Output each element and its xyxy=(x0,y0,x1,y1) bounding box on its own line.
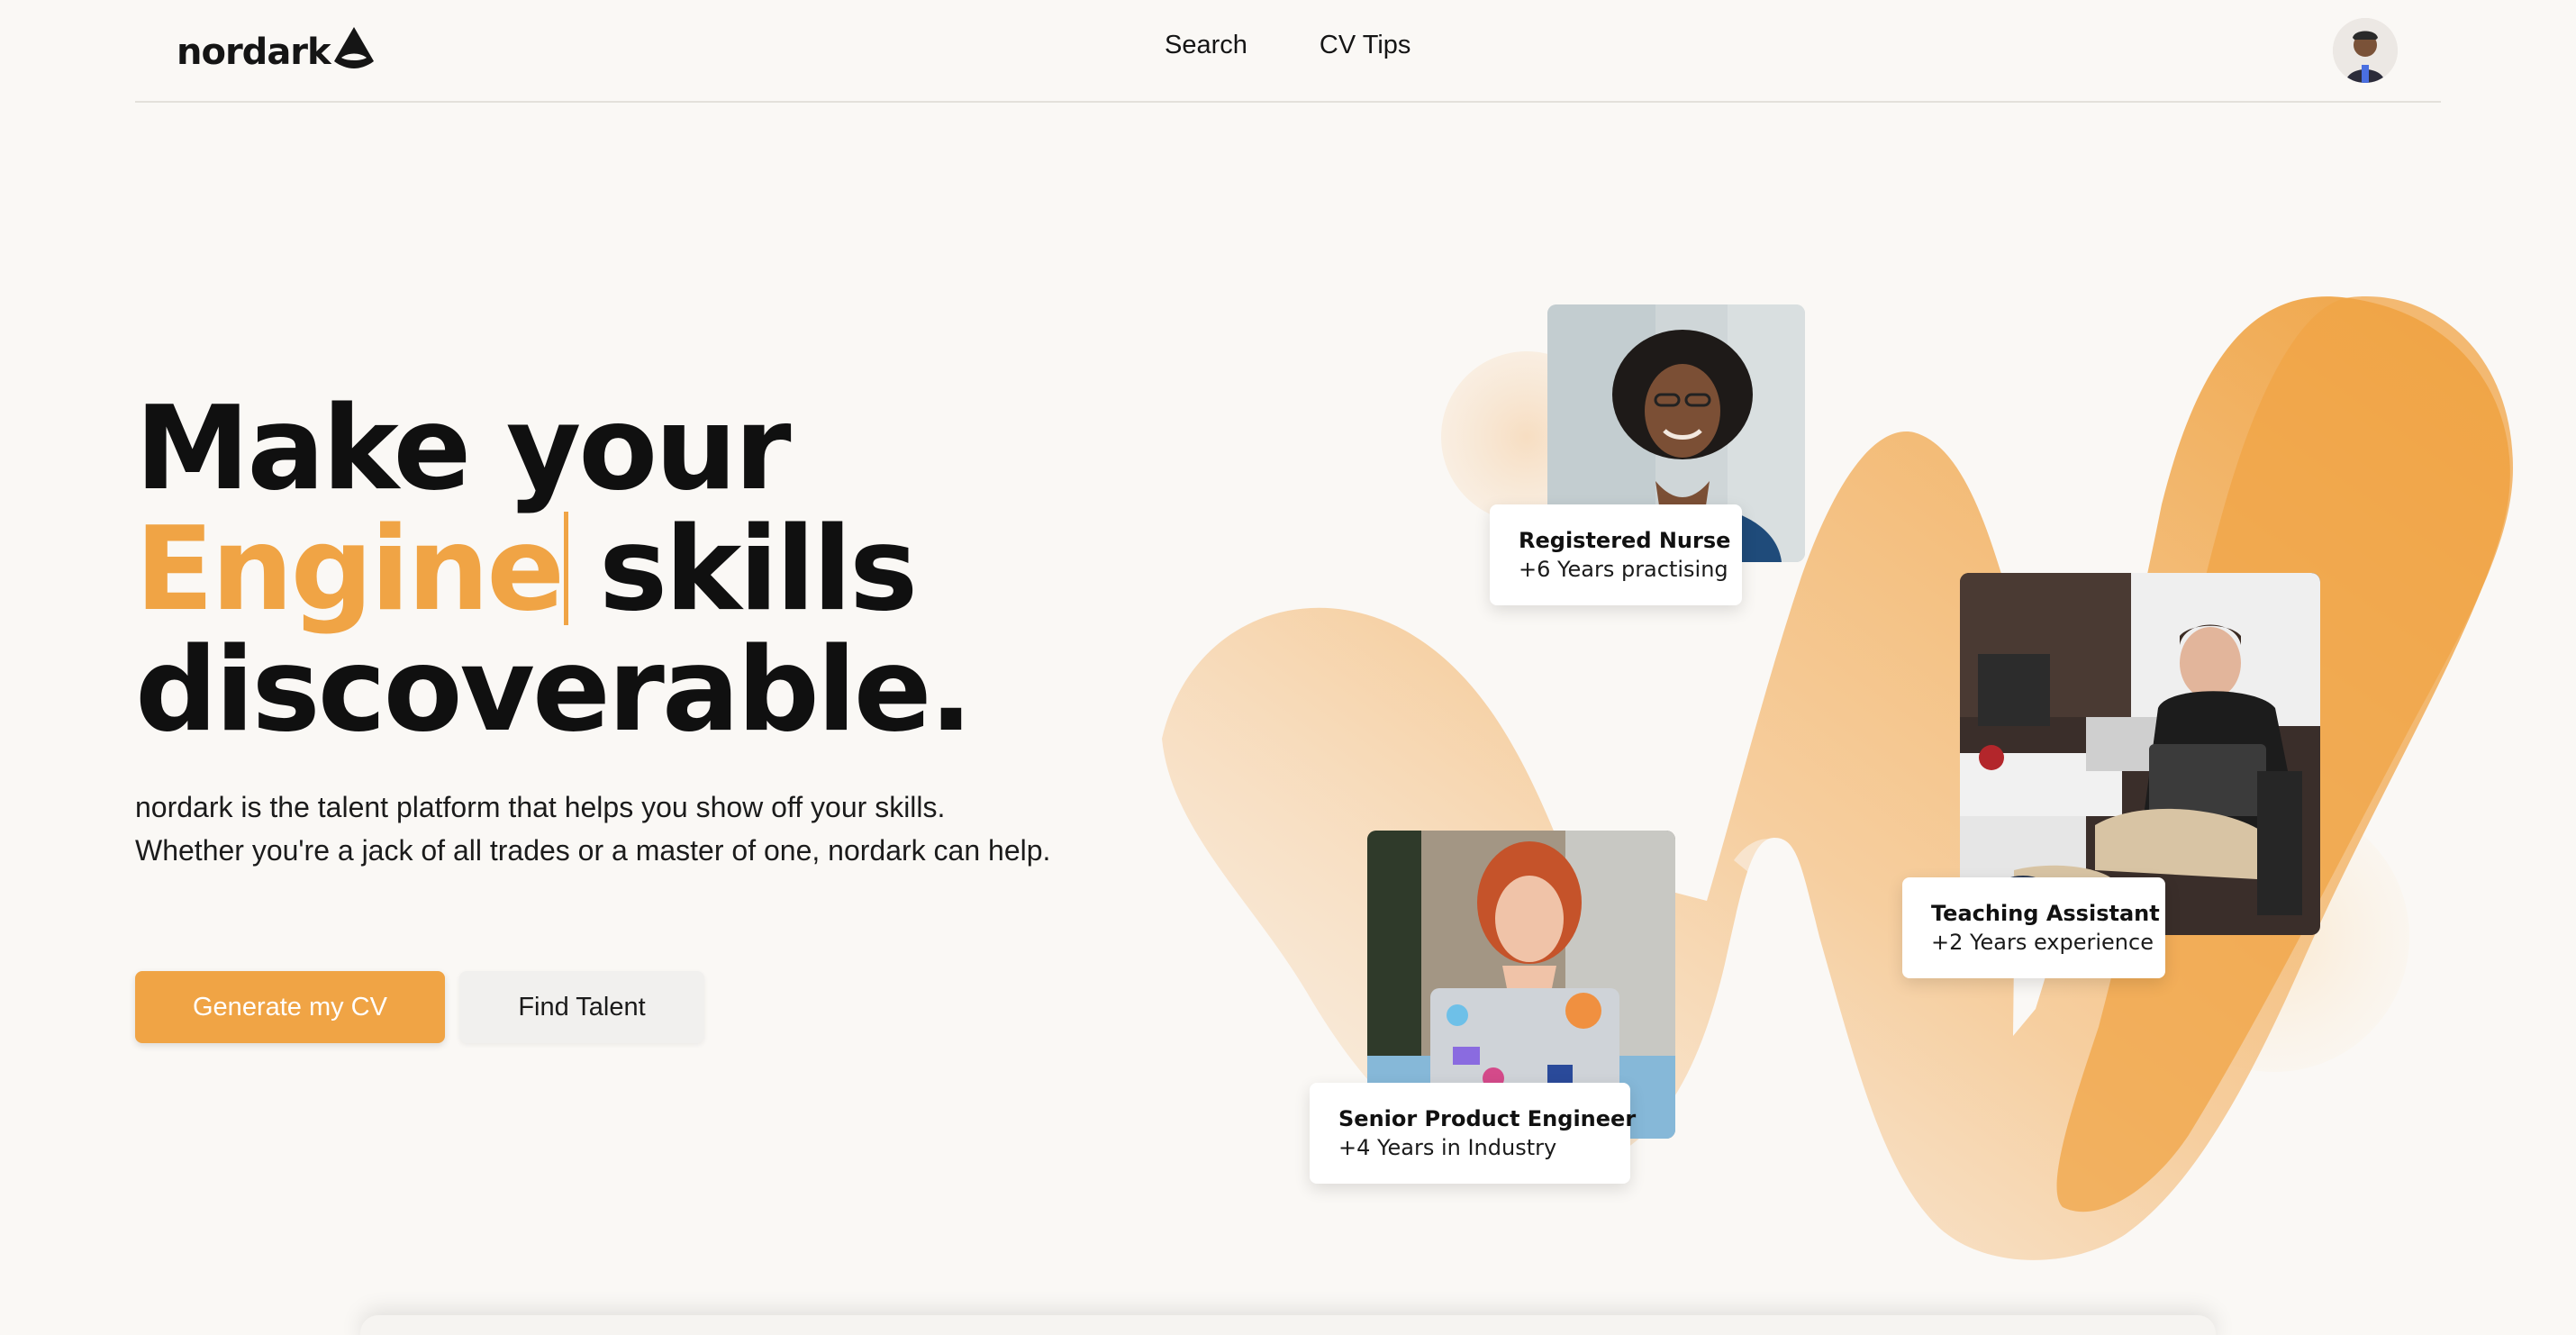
user-avatar[interactable] xyxy=(2333,18,2398,83)
hero-accent-word: Engine xyxy=(135,503,565,637)
hero-title-line1: Make your xyxy=(135,382,791,516)
typing-caret xyxy=(564,512,568,625)
hero-heading: Make your Engine skills discoverable. xyxy=(135,389,1216,751)
nav-cv-tips[interactable]: CV Tips xyxy=(1320,31,1411,60)
avatar-image xyxy=(2333,18,2398,83)
profile-subtitle: +2 Years experience xyxy=(1931,930,2154,955)
profile-card-teaching-assistant[interactable]: Teaching Assistant +2 Years experience xyxy=(1902,877,2165,978)
hero-title-line2-rest: skills xyxy=(599,503,918,637)
landing-page: nordark Search CV Tips Make your Engine s… xyxy=(0,0,2576,1335)
profile-card-nurse[interactable]: Registered Nurse +6 Years practising xyxy=(1490,504,1742,605)
logo-text: nordark xyxy=(177,32,331,73)
main-nav: Search CV Tips xyxy=(1165,31,1410,60)
hero-description: nordark is the talent platform that help… xyxy=(135,786,1216,872)
generate-cv-button[interactable]: Generate my CV xyxy=(135,971,445,1043)
profile-title: Registered Nurse xyxy=(1519,528,1731,553)
hero-title-line3: discoverable. xyxy=(135,623,973,758)
logo-link[interactable]: nordark xyxy=(177,25,376,79)
nordark-peak-icon xyxy=(333,27,374,68)
nav-search[interactable]: Search xyxy=(1165,31,1247,60)
site-header: nordark Search CV Tips xyxy=(135,0,2441,103)
next-section-edge xyxy=(360,1315,2216,1335)
profile-subtitle: +4 Years in Industry xyxy=(1338,1135,1557,1160)
profile-subtitle: +6 Years practising xyxy=(1519,557,1728,582)
profile-card-engineer[interactable]: Senior Product Engineer +4 Years in Indu… xyxy=(1310,1083,1637,1184)
profile-title: Senior Product Engineer xyxy=(1338,1106,1637,1131)
hero-description-line2: Whether you're a jack of all trades or a… xyxy=(135,834,1051,867)
hero-description-line1: nordark is the talent platform that help… xyxy=(135,791,946,823)
profile-title: Teaching Assistant xyxy=(1931,901,2160,926)
find-talent-button[interactable]: Find Talent xyxy=(459,971,704,1043)
